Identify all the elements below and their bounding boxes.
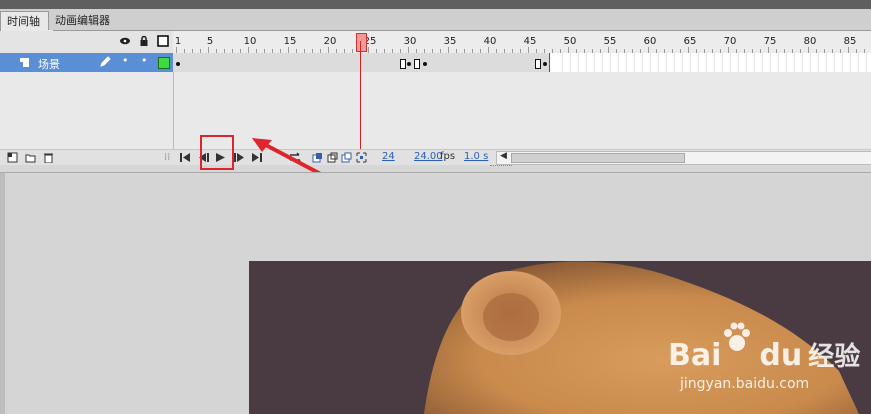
layer-header xyxy=(0,31,173,54)
layer-icon xyxy=(20,58,29,67)
timeline-scrollbar[interactable]: ◀ xyxy=(496,151,871,165)
eye-icon[interactable] xyxy=(119,35,131,47)
span-end-marker xyxy=(414,59,420,69)
keyframe[interactable] xyxy=(543,62,547,66)
ruler-label: 45 xyxy=(523,36,537,47)
ruler-label: 10 xyxy=(243,36,257,47)
watermark-jingyan: 经验 xyxy=(808,342,861,372)
ruler-label: 1 xyxy=(174,36,182,47)
new-folder-icon[interactable] xyxy=(25,152,36,163)
lock-icon[interactable] xyxy=(138,35,150,47)
ruler-label: 20 xyxy=(323,36,337,47)
span-end-marker xyxy=(535,59,541,69)
ruler-label: 70 xyxy=(723,36,737,47)
fps-unit: fps xyxy=(440,151,456,162)
watermark-du: du xyxy=(759,338,803,373)
ruler-label: 65 xyxy=(683,36,697,47)
onion-outline-icon[interactable] xyxy=(341,152,352,163)
ruler-label: 75 xyxy=(763,36,777,47)
timeline-panel: 1 5 10 15 20 25 30 35 40 45 50 55 60 65 70 75 80 85 场景 • … xyxy=(0,31,871,165)
timeline-controls: ⁞⁞ 24 24.00 fps 1.0 s ◀ xyxy=(0,149,871,165)
ruler-label: 50 xyxy=(563,36,577,47)
tab-motion-editor[interactable]: 动画编辑器 xyxy=(48,11,157,30)
layer-color-swatch[interactable] xyxy=(158,57,170,69)
playhead-handle[interactable] xyxy=(356,33,367,52)
visible-dot[interactable]: • xyxy=(122,54,129,67)
outline-icon[interactable] xyxy=(157,35,169,47)
scroll-left-arrow[interactable]: ◀ xyxy=(500,151,507,161)
elapsed-time[interactable]: 1.0 s xyxy=(464,151,488,162)
grip-divider: ⁞⁞ xyxy=(164,152,171,163)
ruler-label: 60 xyxy=(643,36,657,47)
ruler-label: 35 xyxy=(443,36,457,47)
ruler-label: 55 xyxy=(603,36,617,47)
ruler-label: 85 xyxy=(843,36,857,47)
keyframe[interactable] xyxy=(176,62,180,66)
ruler-label: 30 xyxy=(403,36,417,47)
play-button-highlight xyxy=(200,135,234,170)
panel-tabs: 时间轴 动画编辑器 xyxy=(0,9,871,31)
frame-ruler[interactable]: 1 5 10 15 20 25 30 35 40 45 50 55 60 65 70 75 80 85 xyxy=(173,31,871,54)
pencil-icon xyxy=(100,56,111,67)
stage-left-edge xyxy=(0,173,5,414)
layer-name[interactable]: 场景 xyxy=(38,56,60,72)
lock-dot[interactable]: • xyxy=(141,54,148,67)
watermark-bai: Bai xyxy=(668,338,722,373)
stage-area: Bai du 经验 jingyan.baidu.com xyxy=(0,172,871,414)
keyframe[interactable] xyxy=(423,62,427,66)
edit-multiple-icon[interactable] xyxy=(356,152,367,163)
layer-list-empty xyxy=(0,72,174,151)
layer-row-scene[interactable]: 场景 • • xyxy=(0,53,173,72)
watermark-url: jingyan.baidu.com xyxy=(680,376,810,392)
empty-frames xyxy=(555,53,871,72)
next-frame-icon[interactable] xyxy=(233,152,245,163)
ruler-label: 15 xyxy=(283,36,297,47)
top-strip xyxy=(0,0,871,9)
panel-resize-grip[interactable] xyxy=(490,165,512,169)
delete-icon[interactable] xyxy=(43,152,54,163)
first-frame-icon[interactable] xyxy=(179,152,191,163)
scroll-thumb[interactable] xyxy=(511,153,685,163)
current-frame-value[interactable]: 24 xyxy=(382,151,395,162)
keyframe[interactable] xyxy=(407,62,411,66)
span-end-marker xyxy=(400,59,406,69)
new-layer-icon[interactable] xyxy=(7,152,18,163)
tab-timeline[interactable]: 时间轴 xyxy=(0,11,54,31)
ruler-label: 5 xyxy=(206,36,214,47)
ruler-label: 80 xyxy=(803,36,817,47)
ruler-label: 40 xyxy=(483,36,497,47)
frame-span xyxy=(173,53,550,72)
playhead-line xyxy=(360,41,361,151)
frame-track[interactable] xyxy=(173,53,871,72)
fps-value[interactable]: 24.00 xyxy=(414,151,443,162)
watermark-brand: Bai du 经验 xyxy=(668,336,860,373)
